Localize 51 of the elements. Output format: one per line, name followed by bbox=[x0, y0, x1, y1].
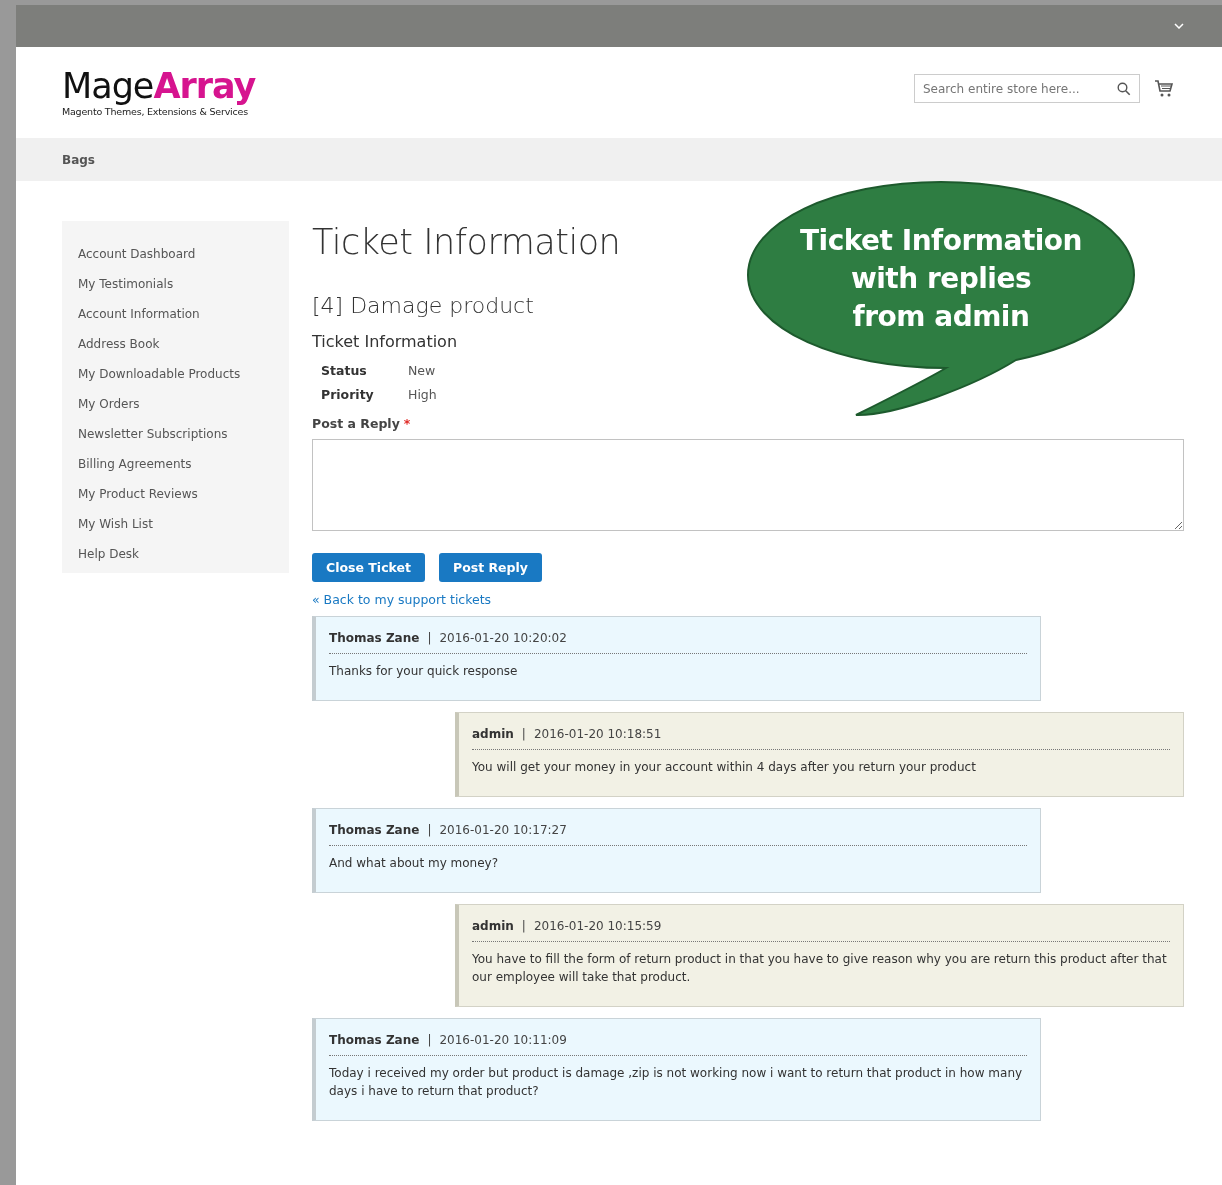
sidebar-link[interactable]: Address Book bbox=[62, 329, 289, 359]
back-link[interactable]: « Back to my support tickets bbox=[312, 592, 1184, 607]
sidebar-link[interactable]: Newsletter Subscriptions bbox=[62, 419, 289, 449]
page-title: Ticket Information bbox=[312, 221, 621, 263]
message-author: Thomas Zane bbox=[329, 1033, 420, 1047]
chevron-down-icon[interactable] bbox=[1174, 23, 1184, 29]
separator: | bbox=[427, 823, 432, 837]
nav-link[interactable]: Bags bbox=[62, 152, 95, 167]
sidebar-link[interactable]: My Product Reviews bbox=[62, 479, 289, 509]
message-author: Thomas Zane bbox=[329, 823, 420, 837]
separator: | bbox=[427, 1033, 432, 1047]
message-author: admin bbox=[472, 727, 514, 741]
separator: | bbox=[521, 919, 526, 933]
sidebar-link[interactable]: My Wish List bbox=[62, 509, 289, 539]
message-text: You will get your money in your account within 4 days after you return your product bbox=[472, 759, 977, 776]
field-label: Status bbox=[321, 363, 368, 378]
message-time: 2016-01-20 10:18:51 bbox=[533, 727, 662, 741]
sidebar-link[interactable]: Account Information bbox=[62, 299, 289, 329]
sidebar-link[interactable]: My Testimonials bbox=[62, 269, 289, 299]
message-author: admin bbox=[472, 919, 514, 933]
callout-text: Ticket Information with replies from admin bbox=[798, 223, 1084, 335]
message-text: And what about my money? bbox=[329, 855, 500, 872]
required-mark: * bbox=[403, 416, 411, 431]
separator: | bbox=[521, 727, 526, 741]
message-author: Thomas Zane bbox=[329, 631, 420, 645]
ticket-subject: [4] Damage product bbox=[312, 293, 534, 318]
field-value: New bbox=[408, 363, 437, 378]
sidebar-link[interactable]: Billing Agreements bbox=[62, 449, 289, 479]
field-value: High bbox=[408, 387, 438, 402]
message-time: 2016-01-20 10:17:27 bbox=[439, 823, 567, 837]
action-button[interactable]: Close Ticket bbox=[312, 553, 425, 582]
reply-label: Post a Reply bbox=[312, 416, 400, 431]
field-label: Priority bbox=[321, 387, 375, 402]
sidebar-link[interactable]: My Downloadable Products bbox=[62, 359, 289, 389]
message-text: Today i received my order but product is damage ,zip is not working now i want to return that product in how many days i have to return that product? bbox=[329, 1065, 1024, 1100]
sidebar-link[interactable]: My Orders bbox=[62, 389, 289, 419]
section-title: Ticket Information bbox=[312, 332, 459, 351]
sidebar-link[interactable]: Account Dashboard bbox=[62, 239, 289, 269]
message-time: 2016-01-20 10:20:02 bbox=[439, 631, 567, 645]
search-icon[interactable] bbox=[1117, 82, 1131, 96]
action-button[interactable]: Post Reply bbox=[438, 553, 542, 582]
message-time: 2016-01-20 10:15:59 bbox=[533, 919, 662, 933]
message-text: Thanks for your quick response bbox=[329, 663, 519, 680]
search-field[interactable]: Search entire store here... bbox=[914, 74, 1140, 103]
separator: | bbox=[427, 631, 432, 645]
logo-tagline: Magento Themes, Extensions & Services bbox=[62, 105, 249, 117]
sidebar-link[interactable]: Help Desk bbox=[62, 539, 289, 569]
message-text: You have to fill the form of return product in that you have to give reason why you are return this product after that our employee will take that product. bbox=[472, 951, 1168, 986]
logo[interactable]: MageArray bbox=[62, 68, 256, 104]
cart-icon[interactable] bbox=[1154, 79, 1174, 98]
message-time: 2016-01-20 10:11:09 bbox=[439, 1033, 567, 1047]
